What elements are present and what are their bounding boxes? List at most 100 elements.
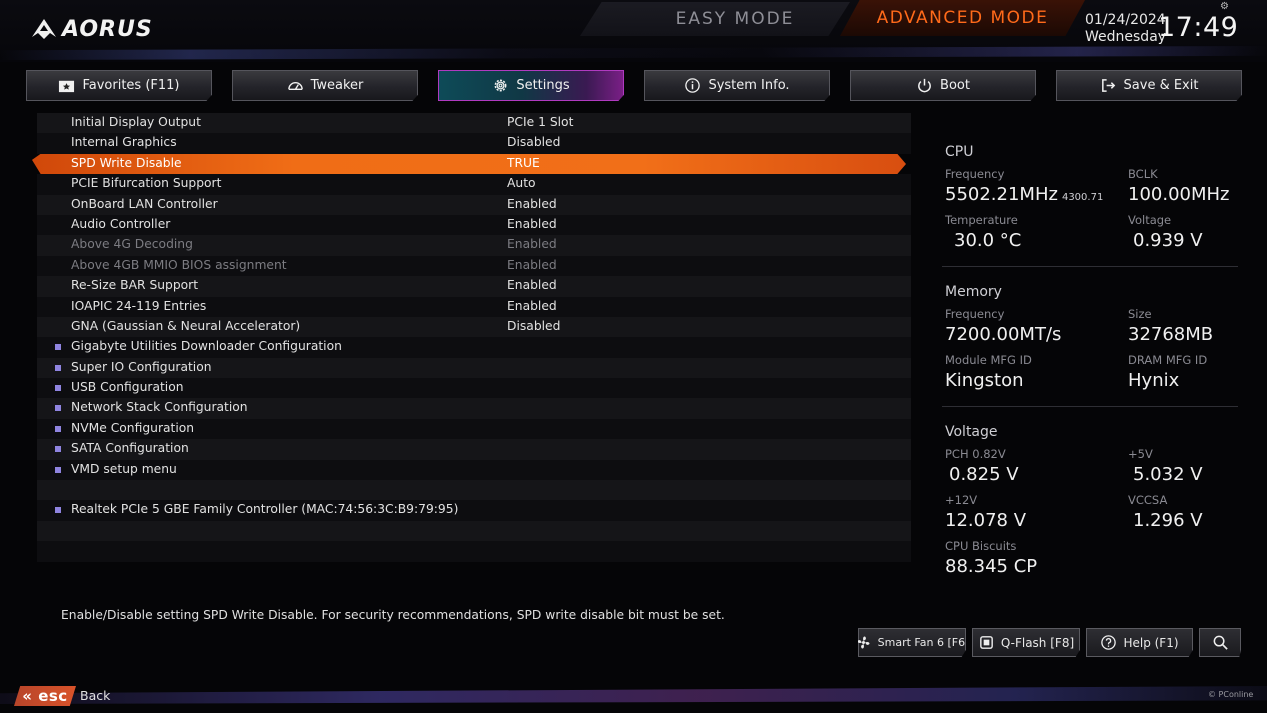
- setting-name: Audio Controller: [71, 216, 171, 231]
- esc-button[interactable]: « esc: [14, 686, 76, 706]
- submenu-row[interactable]: Super IO Configuration: [37, 357, 911, 379]
- cpu-biscuits-value: 88.345 CP: [945, 556, 1038, 577]
- help-button[interactable]: Help (F1): [1086, 628, 1193, 657]
- memory-size-label: Size: [1128, 307, 1152, 321]
- tab-system-info[interactable]: System Info.: [644, 70, 830, 101]
- tab-save-exit[interactable]: Save & Exit: [1056, 70, 1242, 101]
- dram-mfg-label: DRAM MFG ID: [1128, 353, 1208, 367]
- setting-value: Enabled: [507, 298, 557, 313]
- smart-fan-button[interactable]: Smart Fan 6 [F6]: [858, 628, 966, 657]
- tab-settings[interactable]: Settings: [438, 70, 624, 101]
- tab-favorites[interactable]: Favorites (F11): [26, 70, 212, 101]
- watermark: © PConline: [1208, 690, 1254, 699]
- setting-name: USB Configuration: [71, 380, 184, 395]
- info-icon: [684, 77, 701, 94]
- tab-label: Save & Exit: [1123, 78, 1199, 93]
- help-icon: [1100, 634, 1117, 651]
- submenu-bullet-icon: [55, 344, 61, 351]
- twelve-volt-label: +12V: [945, 493, 978, 507]
- setting-name: Above 4GB MMIO BIOS assignment: [71, 257, 287, 272]
- settings-list: Initial Display Output PCIe 1 Slot Interna…: [32, 113, 911, 562]
- pch-voltage-value: 0.825 V: [949, 464, 1019, 485]
- setting-row[interactable]: PCIE Bifurcation Support Auto: [37, 174, 911, 195]
- advanced-mode-button[interactable]: ADVANCED MODE: [840, 0, 1085, 36]
- submenu-row[interactable]: NVMe Configuration: [37, 418, 911, 440]
- eagle-icon: [32, 19, 56, 39]
- submenu-row[interactable]: Network Stack Configuration: [37, 398, 911, 419]
- module-mfg-value: Kingston: [945, 370, 1024, 391]
- help-description: Enable/Disable setting SPD Write Disable…: [61, 608, 725, 622]
- star-folder-icon: [58, 77, 75, 94]
- easy-mode-button[interactable]: EASY MODE: [580, 2, 850, 36]
- voltage-section-title: Voltage: [945, 424, 998, 440]
- header-bar: AORUS EASY MODE ADVANCED MODE 01/24/2024…: [0, 0, 1267, 62]
- main-tabs: Favorites (F11) Tweaker Settings System …: [0, 70, 1267, 104]
- setting-value: Auto: [507, 176, 536, 191]
- tab-boot[interactable]: Boot: [850, 70, 1036, 101]
- settings-gear-icon[interactable]: ⚙: [1220, 1, 1229, 12]
- tab-label: System Info.: [708, 78, 790, 93]
- esc-label: « esc: [22, 687, 68, 705]
- tab-tweaker[interactable]: Tweaker: [232, 70, 418, 101]
- submenu-bullet-icon: [55, 405, 61, 412]
- footer-decoration: [0, 686, 1267, 704]
- fan-icon: [858, 634, 872, 651]
- esc-text: esc: [38, 687, 68, 705]
- back-label[interactable]: Back: [80, 688, 110, 703]
- tab-label: Settings: [516, 78, 570, 93]
- setting-value: Enabled: [507, 278, 557, 293]
- submenu-bullet-icon: [55, 425, 61, 432]
- setting-row[interactable]: Initial Display Output PCIe 1 Slot: [37, 113, 911, 134]
- setting-row[interactable]: IOAPIC 24-119 Entries Enabled: [37, 296, 911, 317]
- memory-section-title: Memory: [945, 284, 1002, 300]
- gear-icon: [492, 77, 509, 94]
- section-divider: [942, 266, 1238, 267]
- setting-name: SATA Configuration: [71, 441, 189, 456]
- memory-frequency-value: 7200.00MT/s: [945, 324, 1062, 345]
- setting-value: Enabled: [507, 237, 557, 252]
- submenu-row[interactable]: Realtek PCIe 5 GBE Family Controller (MA…: [37, 500, 911, 521]
- search-button[interactable]: [1199, 628, 1241, 657]
- vccsa-value: 1.296 V: [1133, 510, 1203, 531]
- cpu-section-title: CPU: [945, 144, 974, 160]
- cpu-temperature-label: Temperature: [945, 213, 1018, 227]
- aorus-logo: AORUS: [30, 12, 153, 46]
- submenu-row[interactable]: USB Configuration: [37, 378, 911, 399]
- cpu-voltage-label: Voltage: [1128, 213, 1172, 227]
- tab-label: Favorites (F11): [82, 78, 180, 93]
- cpu-biscuits-label: CPU Biscuits: [945, 539, 1017, 553]
- easy-mode-label: EASY MODE: [675, 9, 795, 29]
- setting-value: PCIe 1 Slot: [507, 115, 574, 129]
- setting-row[interactable]: Audio Controller Enabled: [37, 214, 911, 236]
- setting-row: Above 4GB MMIO BIOS assignment Enabled: [37, 255, 911, 277]
- header-decoration: [0, 46, 1267, 60]
- twelve-volt-value: 12.078 V: [945, 510, 1027, 531]
- setting-value: Enabled: [507, 257, 557, 272]
- clock-display: 17:49: [1158, 12, 1239, 43]
- submenu-bullet-icon: [55, 385, 61, 392]
- submenu-bullet-icon: [55, 446, 61, 453]
- setting-name: Above 4G Decoding: [71, 237, 193, 252]
- setting-name: Internal Graphics: [71, 135, 177, 150]
- setting-name: PCIE Bifurcation Support: [71, 176, 222, 191]
- setting-row[interactable]: Re-Size BAR Support Enabled: [37, 276, 911, 297]
- module-mfg-label: Module MFG ID: [945, 353, 1032, 367]
- setting-value: Enabled: [507, 196, 557, 211]
- date-text: 01/24/2024: [1085, 12, 1166, 28]
- setting-value: TRUE: [507, 155, 540, 170]
- submenu-row[interactable]: VMD setup menu: [37, 459, 911, 481]
- setting-row[interactable]: OnBoard LAN Controller Enabled: [37, 194, 911, 215]
- tab-label: Boot: [940, 78, 970, 93]
- five-volt-label: +5V: [1128, 447, 1153, 461]
- setting-name: Gigabyte Utilities Downloader Configurat…: [71, 339, 342, 354]
- five-volt-value: 5.032 V: [1133, 464, 1203, 485]
- setting-row[interactable]: SPD Write Disable TRUE: [32, 153, 906, 175]
- setting-value: Disabled: [507, 135, 561, 150]
- submenu-row[interactable]: SATA Configuration: [37, 439, 911, 460]
- setting-value: Disabled: [507, 318, 561, 333]
- submenu-row[interactable]: Gigabyte Utilities Downloader Configurat…: [37, 337, 911, 358]
- qflash-label: Q-Flash [F8]: [1000, 635, 1075, 650]
- setting-row[interactable]: Internal Graphics Disabled: [37, 133, 911, 154]
- qflash-button[interactable]: Q-Flash [F8]: [972, 628, 1080, 657]
- setting-row[interactable]: GNA (Gaussian & Neural Accelerator) Disab…: [37, 316, 911, 338]
